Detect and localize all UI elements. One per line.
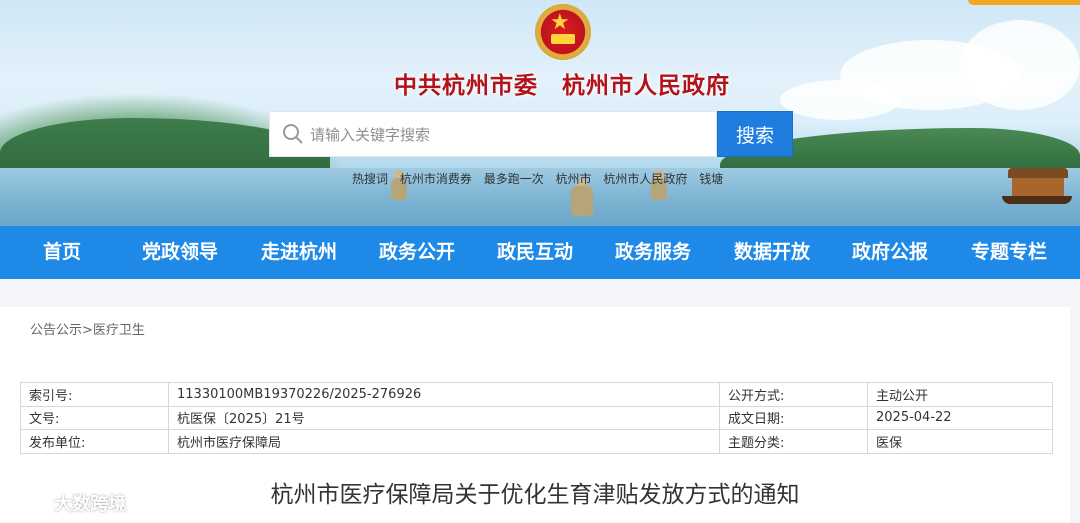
breadcrumb-section[interactable]: 公告公示 xyxy=(30,323,82,338)
meta-value: 2025-04-22 xyxy=(867,405,1053,430)
site-title: 中共杭州市委 杭州市人民政府 xyxy=(394,72,730,99)
hot-words: 热搜词 杭州市消费券 最多跑一次 杭州市 杭州市人民政府 钱塘 xyxy=(352,170,731,187)
corner-tab[interactable] xyxy=(968,0,1080,5)
meta-label: 索引号: xyxy=(20,382,169,407)
meta-value: 杭医保〔2025〕21号 xyxy=(168,405,720,430)
watermark-text: 大数跨境 xyxy=(54,494,127,515)
document-meta-table: 索引号: 11330100MB19370226/2025-276926 公开方式… xyxy=(20,382,1053,454)
search-box[interactable] xyxy=(269,111,717,157)
meta-value: 杭州市医疗保障局 xyxy=(168,429,720,454)
nav-item-interaction[interactable]: 政民互动 xyxy=(479,226,591,279)
search-button[interactable]: 搜索 xyxy=(717,111,793,157)
nav-item-open-data[interactable]: 数据开放 xyxy=(716,226,828,279)
meta-label: 成文日期: xyxy=(719,405,868,430)
meta-label: 公开方式: xyxy=(719,382,868,407)
hot-word-link[interactable]: 杭州市 xyxy=(556,172,592,186)
search-input[interactable] xyxy=(310,120,690,150)
meta-label: 主题分类: xyxy=(719,429,868,454)
meta-value: 医保 xyxy=(867,429,1053,454)
meta-value: 11330100MB19370226/2025-276926 xyxy=(168,382,720,407)
search-icon xyxy=(283,124,303,144)
breadcrumb: 公告公示>医疗卫生 xyxy=(30,319,145,338)
meta-label: 发布单位: xyxy=(20,429,169,454)
nav-item-topics[interactable]: 专题专栏 xyxy=(953,226,1065,279)
watermark: 大数跨境 xyxy=(8,490,126,516)
watermark-logo-icon xyxy=(9,496,44,514)
nav-item-home[interactable]: 首页 xyxy=(12,226,112,279)
breadcrumb-separator: > xyxy=(82,323,93,338)
content-panel: 公告公示>医疗卫生 索引号: 11330100MB19370226/2025-2… xyxy=(0,307,1070,523)
table-row: 发布单位: 杭州市医疗保障局 主题分类: 医保 xyxy=(20,429,1053,454)
nav-item-services[interactable]: 政务服务 xyxy=(597,226,709,279)
nav-item-gazette[interactable]: 政府公报 xyxy=(834,226,946,279)
document-title: 杭州市医疗保障局关于优化生育津贴发放方式的通知 xyxy=(270,482,800,508)
hot-word-label: 热搜词 xyxy=(352,172,389,186)
meta-value: 主动公开 xyxy=(867,382,1053,407)
meta-label: 文号: xyxy=(20,405,169,430)
hot-word-link[interactable]: 钱塘 xyxy=(699,172,723,186)
main-nav: 首页 党政领导 走进杭州 政务公开 政民互动 政务服务 数据开放 政府公报 专题… xyxy=(0,226,1080,279)
nav-item-about-hangzhou[interactable]: 走进杭州 xyxy=(243,226,355,279)
boat-icon xyxy=(1002,168,1072,208)
hot-word-link[interactable]: 杭州市消费券 xyxy=(400,172,472,186)
hot-word-link[interactable]: 最多跑一次 xyxy=(484,172,544,186)
national-emblem-icon: ★ xyxy=(535,4,591,64)
nav-item-gov-affairs[interactable]: 政务公开 xyxy=(361,226,473,279)
table-row: 文号: 杭医保〔2025〕21号 成文日期: 2025-04-22 xyxy=(20,405,1053,430)
breadcrumb-category[interactable]: 医疗卫生 xyxy=(93,323,145,338)
hot-word-link[interactable]: 杭州市人民政府 xyxy=(603,172,687,186)
table-row: 索引号: 11330100MB19370226/2025-276926 公开方式… xyxy=(20,382,1053,407)
nav-item-leadership[interactable]: 党政领导 xyxy=(124,226,236,279)
